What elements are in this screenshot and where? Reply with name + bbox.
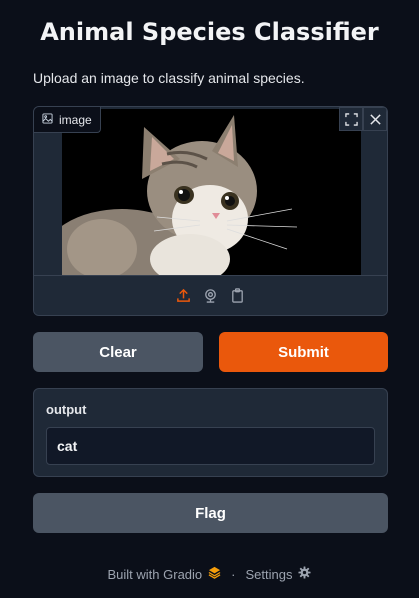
gear-icon[interactable] [298,566,312,582]
gradio-logo-icon [208,566,221,582]
built-with-gradio-link[interactable]: Built with Gradio [108,567,203,582]
output-panel: output cat [33,388,388,477]
upload-icon[interactable] [176,288,191,303]
footer: Built with Gradio · Settings [0,566,419,582]
flag-button[interactable]: Flag [33,493,388,533]
clipboard-icon[interactable] [230,288,245,303]
output-label: output [46,402,87,417]
image-icon [42,112,53,127]
submit-button[interactable]: Submit [219,332,388,372]
image-actions [339,107,387,131]
image-input-panel[interactable]: image [33,106,388,316]
settings-link[interactable]: Settings [246,567,293,582]
output-textbox[interactable]: cat [46,427,375,465]
webcam-icon[interactable] [203,288,218,303]
page-title: Animal Species Classifier [40,18,379,46]
image-input-label: image [34,107,101,133]
footer-separator: · [231,566,236,582]
page-description: Upload an image to classify animal speci… [33,70,305,86]
uploaded-image [62,109,361,275]
fullscreen-icon[interactable] [339,107,363,131]
close-icon[interactable] [363,107,387,131]
image-source-bar [34,275,387,315]
clear-button[interactable]: Clear [33,332,203,372]
image-label-text: image [59,112,92,127]
